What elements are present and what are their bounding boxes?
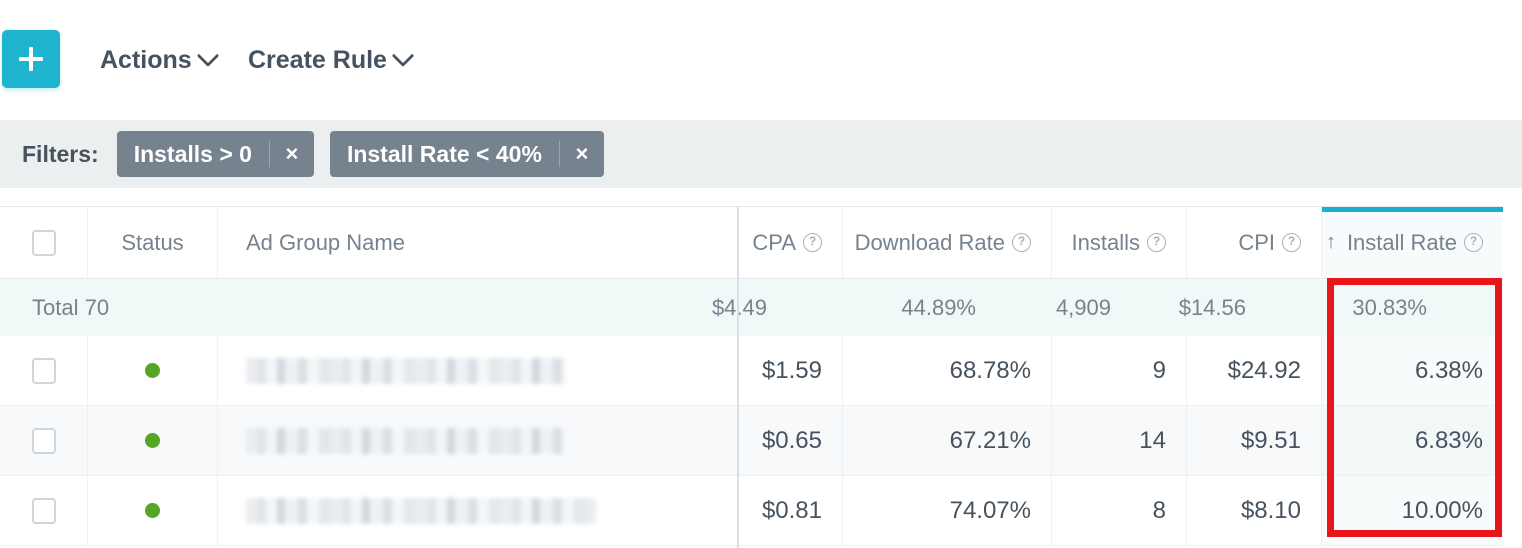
row-ad-group-name[interactable] [218, 406, 738, 475]
column-header-install-rate[interactable]: ↑ Install Rate ? [1322, 207, 1503, 278]
row-ad-group-name[interactable] [218, 476, 738, 545]
total-cpa: $4.49 [711, 294, 767, 320]
column-header-label: Download Rate [854, 229, 1005, 255]
chevron-down-icon [391, 44, 415, 68]
status-active-icon [145, 363, 160, 378]
close-icon[interactable]: × [270, 131, 314, 177]
table-row[interactable]: $1.59 68.78% 9 $24.92 6.38% [0, 336, 1503, 406]
table-header-row: Status Ad Group Name CPA ? Download Rate… [0, 207, 1503, 279]
row-cpi: $24.92 [1187, 336, 1322, 405]
row-installs: 8 [1052, 476, 1187, 545]
table-total-row: Total 70 $4.49 44.89% 4,909 $14.56 30.83… [0, 279, 1503, 336]
row-checkbox[interactable] [31, 357, 56, 384]
column-header-cpi[interactable]: CPI ? [1187, 207, 1322, 278]
column-header-status[interactable]: Status [88, 207, 218, 278]
data-table: Status Ad Group Name CPA ? Download Rate… [0, 206, 1503, 548]
help-icon[interactable]: ? [1464, 233, 1483, 252]
row-cpa: $0.81 [738, 476, 843, 545]
help-icon[interactable]: ? [803, 233, 822, 252]
row-status-cell [88, 476, 218, 545]
column-header-cpa[interactable]: CPA ? [738, 207, 843, 278]
status-active-icon [145, 433, 160, 448]
row-download-rate: 67.21% [843, 406, 1052, 475]
actions-dropdown[interactable]: Actions [100, 42, 220, 78]
column-header-label: CPI [1238, 229, 1275, 255]
total-label: Total 70 [32, 294, 110, 320]
close-icon[interactable]: × [560, 131, 604, 177]
select-all-cell[interactable] [0, 207, 88, 278]
help-icon[interactable]: ? [1282, 233, 1301, 252]
redacted-ad-group-name [246, 497, 596, 524]
row-checkbox[interactable] [31, 427, 56, 454]
status-active-icon [145, 503, 160, 518]
filter-chip-install-rate[interactable]: Install Rate < 40% × [329, 131, 604, 177]
add-button[interactable] [2, 30, 60, 88]
row-status-cell [88, 406, 218, 475]
table-row[interactable]: $0.65 67.21% 14 $9.51 6.83% [0, 406, 1503, 476]
row-download-rate: 74.07% [843, 476, 1052, 545]
table-row[interactable]: $0.81 74.07% 8 $8.10 10.00% [0, 476, 1503, 546]
column-header-download-rate[interactable]: Download Rate ? [843, 207, 1052, 278]
row-select-cell[interactable] [0, 406, 88, 475]
top-toolbar: Actions Create Rule [0, 0, 1522, 120]
create-rule-dropdown[interactable]: Create Rule [248, 42, 415, 78]
row-install-rate: 10.00% [1322, 476, 1503, 545]
row-cpi: $9.51 [1187, 406, 1322, 475]
sort-ascending-icon: ↑ [1325, 231, 1336, 253]
row-cpa: $0.65 [738, 406, 843, 475]
total-label-cell: Total 70 [32, 279, 162, 336]
column-header-label: Ad Group Name [246, 229, 405, 255]
column-header-installs[interactable]: Installs ? [1052, 207, 1187, 278]
total-name-cell [162, 279, 682, 336]
plus-icon [19, 57, 43, 61]
column-header-label: Status [121, 229, 184, 255]
help-icon[interactable]: ? [1012, 233, 1031, 252]
help-icon[interactable]: ? [1147, 233, 1166, 252]
row-install-rate: 6.83% [1322, 406, 1503, 475]
column-header-ad-group-name[interactable]: Ad Group Name [218, 207, 738, 278]
row-select-cell[interactable] [0, 476, 88, 545]
redacted-ad-group-name [246, 357, 566, 384]
total-download-rate: 44.89% [901, 294, 976, 320]
row-cpi: $8.10 [1187, 476, 1322, 545]
filters-label: Filters: [22, 140, 99, 167]
redacted-ad-group-name [246, 427, 566, 454]
row-checkbox[interactable] [31, 497, 56, 524]
row-installs: 9 [1052, 336, 1187, 405]
select-all-checkbox[interactable] [31, 229, 56, 256]
row-install-rate: 6.38% [1322, 336, 1503, 405]
create-rule-dropdown-label: Create Rule [248, 45, 387, 74]
total-cpi: $14.56 [1178, 294, 1246, 320]
filter-chip-installs[interactable]: Installs > 0 × [116, 131, 314, 177]
row-status-cell [88, 336, 218, 405]
frozen-column-separator [737, 207, 739, 548]
total-install-rate: 30.83% [1266, 279, 1447, 336]
row-cpa: $1.59 [738, 336, 843, 405]
column-header-label: Install Rate [1346, 229, 1457, 255]
filters-bar: Filters: Installs > 0 × Install Rate < 4… [0, 120, 1522, 188]
chevron-down-icon [196, 44, 220, 68]
row-download-rate: 68.78% [843, 336, 1052, 405]
sorted-column-accent-bar [1322, 207, 1503, 212]
total-installs: 4,909 [1055, 294, 1111, 320]
row-select-cell[interactable] [0, 336, 88, 405]
row-installs: 14 [1052, 406, 1187, 475]
filter-chip-label: Installs > 0 [133, 140, 252, 167]
column-header-label: CPA [752, 229, 796, 255]
column-header-label: Installs [1071, 229, 1140, 255]
actions-dropdown-label: Actions [100, 45, 192, 74]
filter-chip-label: Install Rate < 40% [346, 140, 542, 167]
row-ad-group-name[interactable] [218, 336, 738, 405]
